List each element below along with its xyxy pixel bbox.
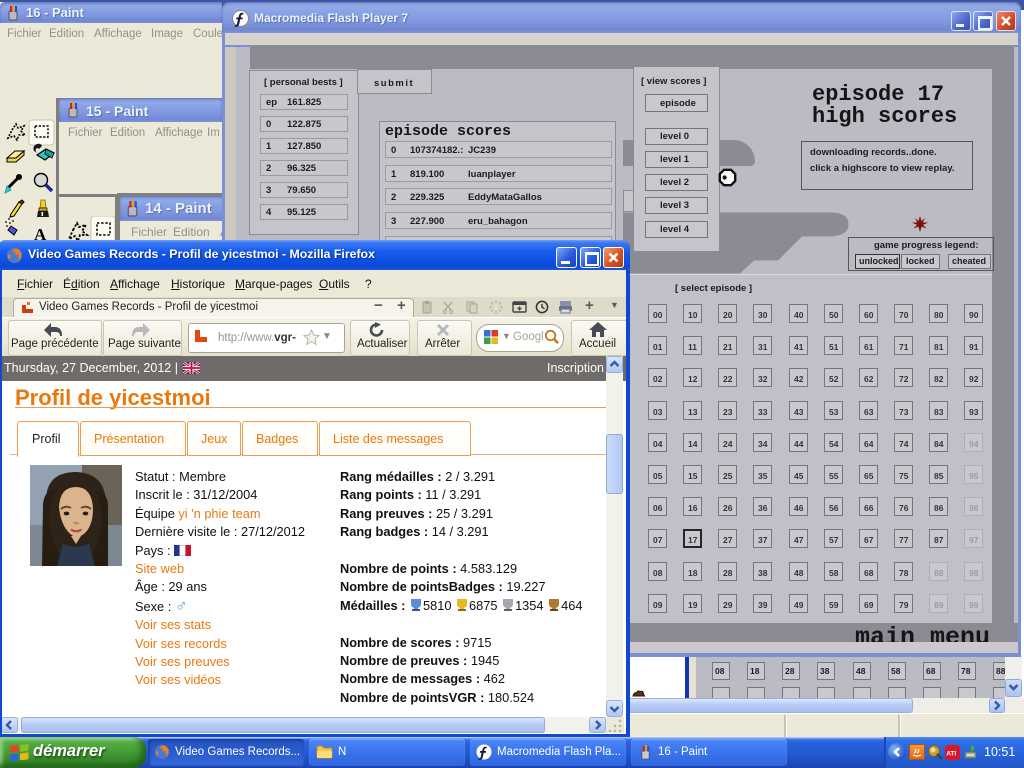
svg-text:ATI: ATI bbox=[946, 751, 956, 758]
